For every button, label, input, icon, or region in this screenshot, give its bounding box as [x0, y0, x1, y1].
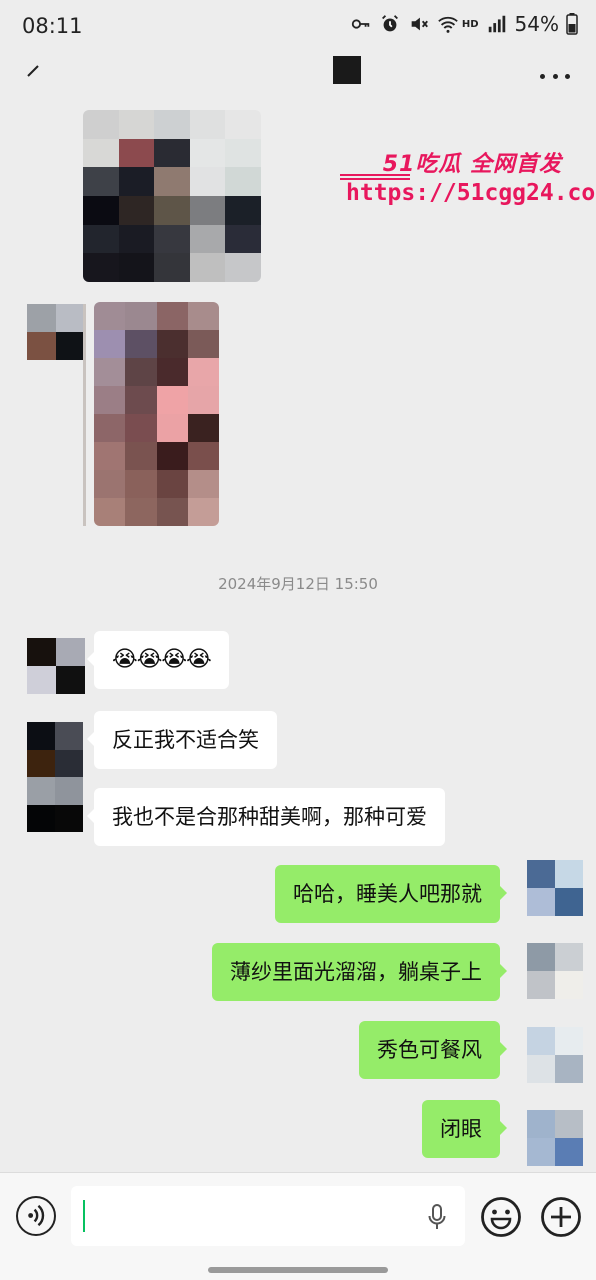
voice-icon[interactable]: [16, 1196, 56, 1236]
avatar[interactable]: [27, 304, 85, 360]
watermark-url: https://51cgg24.com: [346, 180, 596, 206]
divider-line: [83, 304, 86, 526]
watermark: 51吃瓜 全网首发 https://51cgg24.com: [340, 146, 596, 216]
home-indicator[interactable]: [208, 1267, 388, 1273]
message-timestamp: 2024年9月12日 15:50: [218, 575, 378, 593]
chat-title-avatar[interactable]: [333, 56, 361, 84]
chat-header: [0, 54, 596, 110]
network-label: HD: [461, 18, 479, 30]
message-bubble-incoming[interactable]: 反正我不适合笑: [87, 711, 277, 769]
image-message-1[interactable]: [83, 110, 261, 282]
input-bar: [0, 1172, 596, 1280]
mic-icon[interactable]: [428, 1204, 446, 1230]
emoji-icon[interactable]: [480, 1196, 522, 1238]
avatar[interactable]: [527, 1027, 583, 1083]
avatar[interactable]: [527, 943, 583, 999]
alarm-icon: [381, 15, 398, 32]
plus-icon[interactable]: [540, 1196, 582, 1238]
avatar[interactable]: [27, 638, 85, 694]
text-caret: [83, 1200, 85, 1232]
status-time: 08:11: [22, 14, 83, 38]
mute-icon: [411, 17, 428, 31]
signal-icon: [488, 15, 505, 33]
message-bubble-incoming[interactable]: 我也不是合那种甜美啊，那种可爱: [87, 788, 445, 846]
chat-history[interactable]: 51吃瓜 全网首发 https://51cgg24.com 2024年9月12日…: [0, 110, 596, 1172]
key-icon: [351, 19, 370, 29]
message-bubble-outgoing[interactable]: 闭眼: [422, 1100, 507, 1158]
avatar[interactable]: [527, 1110, 583, 1166]
message-input[interactable]: [71, 1186, 465, 1246]
back-icon[interactable]: [26, 64, 40, 78]
watermark-brand: 51吃瓜 全网首发: [382, 152, 562, 177]
avatar[interactable]: [27, 722, 83, 832]
more-icon[interactable]: [540, 74, 570, 82]
image-message-2[interactable]: [94, 302, 219, 526]
message-bubble-outgoing[interactable]: 哈哈，睡美人吧那就: [275, 865, 507, 923]
message-bubble-outgoing[interactable]: 薄纱里面光溜溜，躺桌子上: [212, 943, 507, 1001]
message-bubble-outgoing[interactable]: 秀色可餐风: [359, 1021, 507, 1079]
battery-icon: [566, 13, 578, 35]
status-bar: 08:11 HD 54%: [0, 0, 596, 54]
wifi-icon: [438, 16, 458, 33]
battery-percent: 54%: [514, 12, 559, 36]
avatar[interactable]: [527, 860, 583, 916]
message-bubble-incoming[interactable]: 😭😭😭😭: [87, 631, 229, 689]
status-icons: HD 54%: [350, 12, 578, 36]
